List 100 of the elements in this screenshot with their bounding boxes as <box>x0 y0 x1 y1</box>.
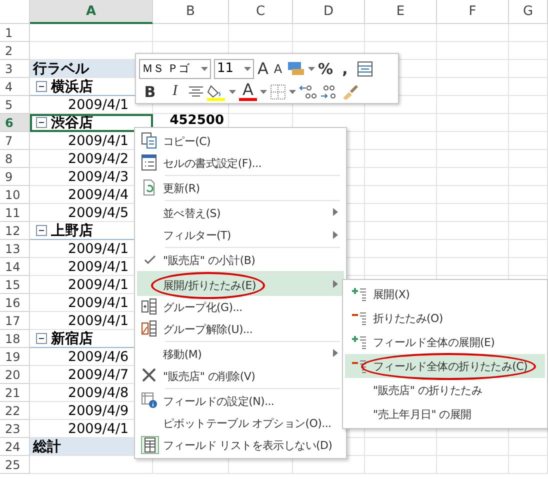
row-header[interactable]: 20 <box>0 366 30 384</box>
table-cell <box>437 114 509 132</box>
submenu-arrow-icon <box>333 231 338 239</box>
row-header[interactable]: 23 <box>0 420 30 438</box>
wrap-columns-icon[interactable] <box>357 60 374 76</box>
menu-item[interactable]: 折りたたみ(O) <box>345 306 545 330</box>
collapse-icon[interactable] <box>36 225 47 236</box>
row-header[interactable]: 25 <box>0 456 30 474</box>
field-settings-icon <box>141 392 159 410</box>
row-header[interactable]: 1 <box>0 24 30 42</box>
table-cell <box>509 240 548 258</box>
table-cell <box>437 438 509 456</box>
row-header[interactable]: 15 <box>0 276 30 294</box>
row-header[interactable]: 11 <box>0 204 30 222</box>
table-cell <box>509 60 548 78</box>
column-header[interactable]: A <box>30 0 153 24</box>
table-cell <box>365 204 437 222</box>
table-cell <box>437 96 509 114</box>
decrease-decimal-icon <box>320 84 338 100</box>
caret-icon <box>229 90 236 94</box>
row-header[interactable]: 5 <box>0 96 30 114</box>
italic-button[interactable]: I <box>164 82 186 102</box>
expand-list-icon <box>351 335 367 349</box>
row-header[interactable]: 6 <box>0 114 30 132</box>
menu-item[interactable]: "販売店" の折りたたみ <box>345 378 545 402</box>
field-list-icon <box>141 436 159 454</box>
table-cell <box>509 78 548 96</box>
row-label: 上野店 <box>51 222 93 240</box>
menu-item[interactable]: 展開/折りたたみ(E) <box>137 271 344 296</box>
row-header[interactable]: 21 <box>0 384 30 402</box>
ungroup-icon <box>141 320 159 338</box>
row-header[interactable]: 10 <box>0 186 30 204</box>
font-name-field[interactable]: ＭＳ Ｐゴ <box>139 58 211 78</box>
borders-icon <box>270 84 286 100</box>
row-header[interactable]: 8 <box>0 150 30 168</box>
submenu-arrow-icon <box>333 280 338 288</box>
align-center-icon <box>189 86 203 98</box>
row-header[interactable]: 14 <box>0 258 30 276</box>
row-header[interactable]: 7 <box>0 132 30 150</box>
collapse-icon[interactable] <box>36 81 47 92</box>
comma-button[interactable]: , <box>336 58 354 78</box>
row-header[interactable]: 16 <box>0 294 30 312</box>
increase-decimal-icon <box>299 84 317 100</box>
menu-item[interactable]: 展開(X) <box>345 282 545 306</box>
shrink-font-button[interactable]: A <box>272 58 284 78</box>
row-label: 横浜店 <box>51 78 93 96</box>
row-header[interactable]: 19 <box>0 348 30 366</box>
paintbrush-icon <box>341 84 359 100</box>
table-cell <box>365 114 437 132</box>
table-cell <box>509 24 548 42</box>
row-header[interactable]: 9 <box>0 168 30 186</box>
table-cell <box>509 150 548 168</box>
table-cell <box>437 222 509 240</box>
row-header[interactable]: 12 <box>0 222 30 240</box>
column-header[interactable]: C <box>229 0 293 24</box>
table-cell <box>365 222 437 240</box>
table-cell <box>365 150 437 168</box>
cell-style-icon[interactable] <box>287 61 305 76</box>
column-header[interactable]: D <box>293 0 365 24</box>
caret-icon <box>308 66 315 70</box>
collapse-icon[interactable] <box>36 333 47 344</box>
table-cell <box>437 24 509 42</box>
row-header[interactable]: 3 <box>0 60 30 78</box>
font-size-field[interactable]: 11 <box>214 58 254 78</box>
row-header[interactable]: 2 <box>0 42 30 60</box>
collapse-list-icon <box>351 359 367 373</box>
column-header[interactable]: E <box>365 0 437 24</box>
table-cell <box>437 150 509 168</box>
row-header[interactable]: 17 <box>0 312 30 330</box>
table-cell <box>509 258 548 276</box>
caret-icon <box>260 90 267 94</box>
table-cell <box>509 96 548 114</box>
column-header[interactable]: F <box>437 0 509 24</box>
table-cell <box>437 186 509 204</box>
menu-item[interactable]: "売上年月日" の展開 <box>345 402 545 426</box>
column-header[interactable]: B <box>153 0 229 24</box>
table-cell <box>365 240 437 258</box>
row-header[interactable]: 18 <box>0 330 30 348</box>
fill-bucket-icon <box>206 82 226 100</box>
table-cell <box>365 24 437 42</box>
menu-item[interactable]: フィールド全体の折りたたみ(C) <box>345 354 545 378</box>
row-header[interactable]: 4 <box>0 78 30 96</box>
menu-item[interactable]: フィールド全体の展開(E) <box>345 330 545 354</box>
row-header[interactable]: 13 <box>0 240 30 258</box>
grow-font-button[interactable]: A <box>257 58 269 78</box>
group-icon <box>141 298 159 316</box>
table-cell <box>509 222 548 240</box>
collapse-icon[interactable] <box>36 117 47 128</box>
collapse-list-icon <box>351 311 367 325</box>
table-cell <box>437 42 509 60</box>
row-header[interactable]: 22 <box>0 402 30 420</box>
row-header[interactable]: 24 <box>0 438 30 456</box>
font-color-button[interactable]: A <box>239 82 257 102</box>
copy-icon <box>141 132 159 150</box>
table-cell <box>365 258 437 276</box>
percent-button[interactable]: % <box>318 58 334 78</box>
table-cell <box>365 438 437 456</box>
column-header[interactable]: G <box>509 0 548 24</box>
table-cell <box>509 114 548 132</box>
table-cell <box>509 438 548 456</box>
